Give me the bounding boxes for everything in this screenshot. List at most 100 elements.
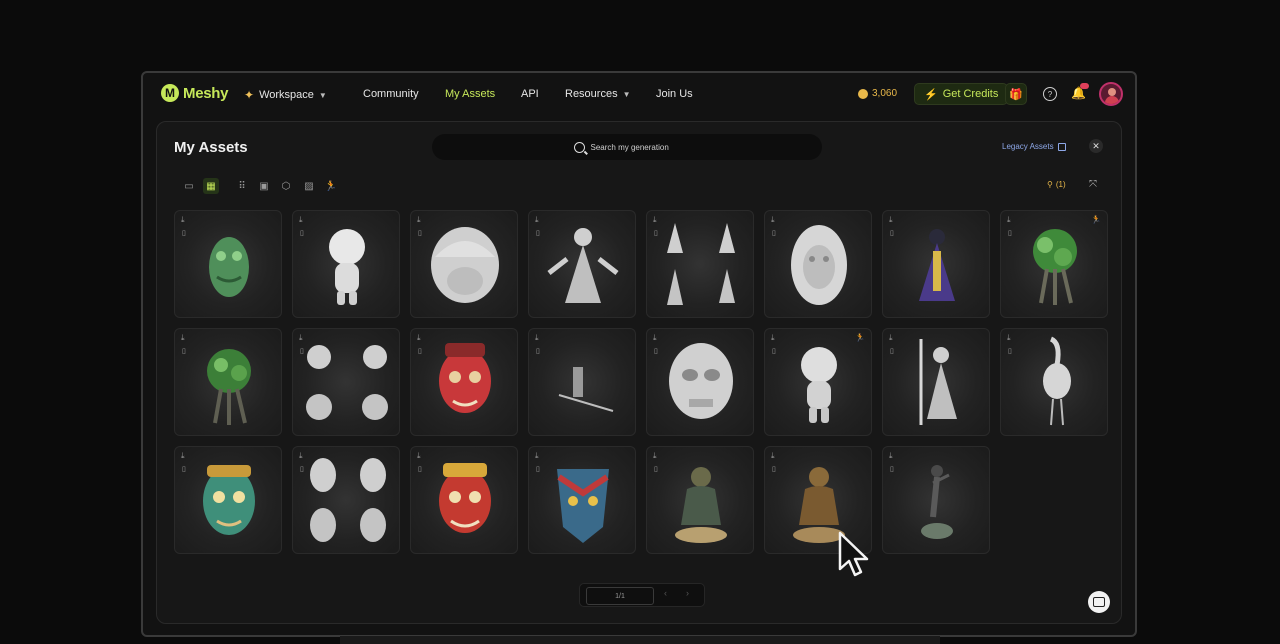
asset-card-white-demon-mask-variations[interactable]: ⤓ ▯	[292, 446, 400, 554]
credit-balance[interactable]: 3,060	[858, 88, 897, 99]
legacy-assets-label: Legacy Assets	[1002, 142, 1054, 151]
logo-text: Meshy	[183, 84, 229, 102]
model-thumbnail	[1043, 336, 1071, 426]
mouse-cursor-icon	[838, 531, 869, 577]
search-box[interactable]	[432, 134, 822, 160]
get-credits-label: Get Credits	[942, 88, 999, 100]
help-icon[interactable]: ?	[1043, 87, 1057, 101]
lightning-icon: ⚡	[924, 88, 938, 101]
chevron-right-icon[interactable]: ›	[686, 588, 689, 598]
collapse-icon[interactable]: ⤧	[1089, 179, 1097, 190]
filter-count: (1)	[1055, 180, 1066, 189]
image-icon[interactable]: ▣	[256, 178, 272, 194]
model-thumbnail	[921, 465, 953, 539]
get-credits-button[interactable]: ⚡ Get Credits	[914, 83, 1009, 105]
pagination: 1/1 ‹ ›	[579, 583, 705, 607]
filter-icon: ⚲	[1047, 180, 1053, 189]
sparkle-icon: ✦	[244, 88, 255, 102]
brand-logo[interactable]: M Meshy	[161, 84, 228, 102]
model-thumbnail	[919, 339, 957, 425]
model-thumbnail	[919, 229, 955, 301]
external-link-icon	[1057, 142, 1066, 151]
chat-support-button[interactable]	[1088, 591, 1110, 613]
asset-card-white-chibi-girl[interactable]: ⤓ ▯	[292, 210, 400, 318]
avatar[interactable]	[1099, 82, 1123, 106]
close-icon: ✕	[1092, 140, 1100, 151]
model-thumbnail	[547, 228, 619, 303]
gift-button[interactable]: 🎁	[1005, 83, 1027, 105]
asset-card-dark-dancer-statue[interactable]: ⤓ ▯	[882, 446, 990, 554]
model-thumbnail	[669, 343, 733, 419]
asset-card-white-tree-creature-variations[interactable]: ⤓ ▯	[292, 328, 400, 436]
asset-card-bronze-buddha-statue[interactable]: ⤓ ▯	[646, 446, 754, 554]
model-thumbnail	[558, 367, 614, 412]
top-navbar: M Meshy ✦ Workspace ▼ Community My Asset…	[143, 73, 1135, 119]
nav-my-assets[interactable]: My Assets	[445, 88, 495, 100]
nav-community[interactable]: Community	[363, 88, 419, 100]
search-input[interactable]	[590, 142, 681, 152]
asset-card-white-lion-head[interactable]: ⤓ ▯	[764, 210, 872, 318]
chat-icon	[1093, 597, 1105, 607]
asset-card-white-warrior-statue[interactable]: ⤓ ▯	[882, 328, 990, 436]
model-thumbnail	[203, 465, 255, 535]
chevron-down-icon: ▼	[622, 89, 631, 99]
avatar-body	[1105, 96, 1119, 104]
asset-card-green-tree-creature[interactable]: ⤓ ▯ 🏃	[1000, 210, 1108, 318]
model-thumbnail	[431, 227, 499, 303]
texture-icon[interactable]: ▨	[301, 178, 317, 194]
asset-card-white-crane-bird[interactable]: ⤓ ▯	[1000, 328, 1108, 436]
nav-api[interactable]: API	[521, 88, 539, 100]
coin-icon	[858, 88, 868, 99]
credit-balance-value: 3,060	[872, 88, 898, 99]
asset-card-white-robed-woman[interactable]: ⤓ ▯	[528, 210, 636, 318]
model-thumbnail	[667, 223, 735, 305]
notification-badge	[1080, 83, 1089, 89]
avatar-face	[1108, 88, 1116, 96]
close-button[interactable]: ✕	[1089, 139, 1103, 153]
asset-card-white-figure-variations[interactable]: ⤓ ▯	[646, 210, 754, 318]
nav-resources[interactable]: Resources ▼	[565, 88, 631, 100]
page-indicator[interactable]: 1/1	[586, 587, 654, 605]
grid-large-icon[interactable]: ▦	[203, 178, 219, 194]
asset-card-purple-robed-sorcerer[interactable]: ⤓ ▯	[882, 210, 990, 318]
cube-icon[interactable]: ⬡	[278, 178, 294, 194]
model-thumbnail	[791, 225, 847, 305]
asset-card-red-demon-mask[interactable]: ⤓ ▯	[410, 328, 518, 436]
asset-card-green-tree-creature-2[interactable]: ⤓ ▯	[174, 328, 282, 436]
legacy-assets-link[interactable]: Legacy Assets	[1002, 142, 1066, 151]
asset-card-white-bob-hair-head[interactable]: ⤓ ▯	[410, 210, 518, 318]
nav-workspace-label: Workspace	[259, 89, 314, 101]
model-thumbnail	[310, 458, 386, 542]
logo-mark: M	[161, 84, 179, 102]
asset-card-green-demon-mask[interactable]: ⤓ ▯	[174, 446, 282, 554]
filter-button[interactable]: ⚲ (1)	[1047, 180, 1066, 189]
chevron-left-icon[interactable]: ‹	[664, 588, 667, 598]
model-thumbnail	[209, 237, 249, 297]
grid-small-icon[interactable]: ⠿	[234, 178, 250, 194]
model-thumbnail	[207, 349, 251, 425]
asset-card-flat-panel-object[interactable]: ⤓ ▯	[528, 328, 636, 436]
my-assets-panel: My Assets Legacy Assets ✕ ▭ ▦ ⠿ ▣ ⬡ ▨ 🏃 …	[156, 121, 1122, 624]
folder-icon[interactable]: ▭	[181, 178, 197, 194]
nav-workspace[interactable]: ✦ Workspace ▼	[244, 88, 327, 102]
model-thumbnail	[557, 469, 609, 543]
asset-card-white-chibi-boy[interactable]: ⤓ ▯ 🏃	[764, 328, 872, 436]
model-thumbnail	[1033, 229, 1077, 305]
asset-card-white-skull-mask[interactable]: ⤓ ▯	[646, 328, 754, 436]
page-title: My Assets	[174, 139, 248, 156]
model-thumbnail	[306, 345, 388, 420]
asset-card-colorful-tribal-mask[interactable]: ⤓ ▯	[528, 446, 636, 554]
search-icon	[573, 141, 585, 153]
caption-strip	[340, 636, 940, 644]
nav-join-us[interactable]: Join Us	[656, 88, 693, 100]
app-window: M Meshy ✦ Workspace ▼ Community My Asset…	[141, 71, 1137, 637]
model-thumbnail	[439, 463, 491, 533]
asset-card-red-demon-mask-2[interactable]: ⤓ ▯	[410, 446, 518, 554]
nav-resources-label: Resources	[565, 88, 618, 100]
animation-icon[interactable]: 🏃	[323, 178, 339, 194]
model-thumbnail	[329, 229, 365, 305]
asset-card-green-dragon-mask[interactable]: ⤓ ▯	[174, 210, 282, 318]
model-thumbnail	[801, 347, 837, 423]
model-thumbnail	[439, 343, 491, 413]
model-thumbnail	[675, 467, 727, 543]
